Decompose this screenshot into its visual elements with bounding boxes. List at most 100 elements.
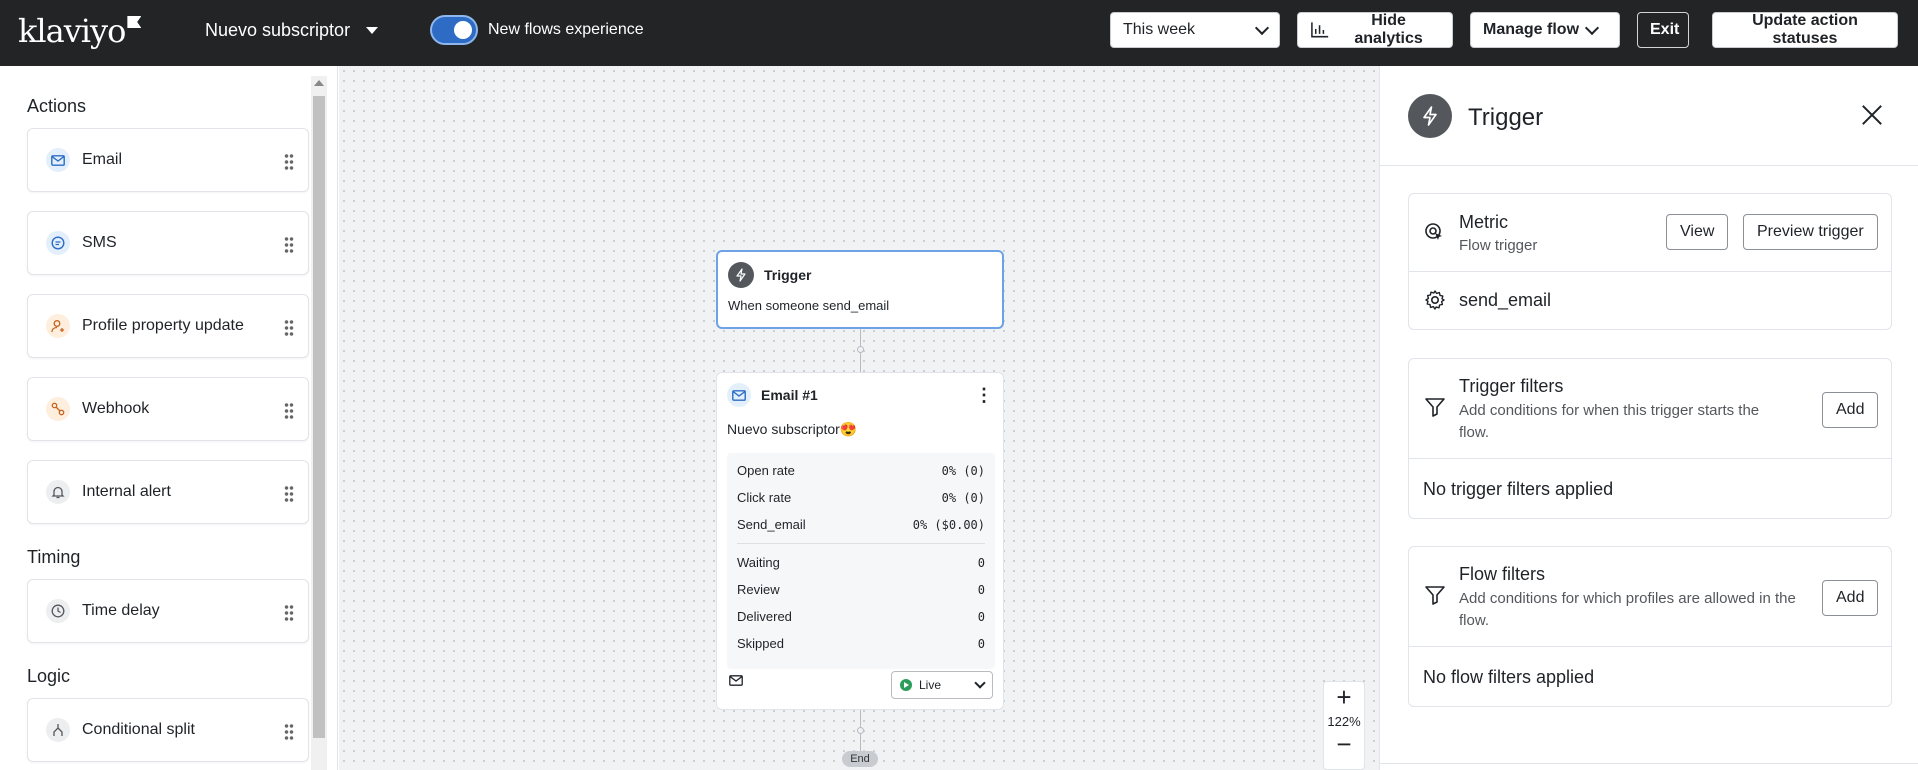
drag-handle-icon[interactable] [284, 604, 294, 622]
cursor-target-icon [1425, 223, 1442, 240]
flow-name-dropdown[interactable]: Nuevo subscriptor [205, 20, 379, 41]
view-button[interactable]: View [1666, 214, 1729, 250]
preview-trigger-button[interactable]: Preview trigger [1743, 214, 1878, 250]
metric-value: send_email [1459, 290, 1552, 310]
manage-flow-label: Manage flow [1483, 21, 1580, 38]
caret-down-icon [366, 27, 379, 34]
lightning-icon [1408, 94, 1452, 138]
action-conditional-split[interactable]: Conditional split [27, 698, 309, 762]
profile-icon [46, 314, 70, 338]
manage-flow-button[interactable]: Manage flow [1470, 12, 1620, 48]
action-internal-alert[interactable]: Internal alert [27, 460, 309, 524]
action-profile-property-update[interactable]: Profile property update [27, 294, 309, 358]
action-label: Conditional split [82, 721, 195, 738]
action-label: Profile property update [82, 317, 244, 334]
more-options-icon[interactable]: ⋮ [975, 386, 993, 404]
stats-divider [737, 543, 985, 544]
end-marker: End [842, 751, 878, 767]
actions-sidebar: Actions Email SMS Profile property updat… [0, 66, 338, 770]
connector-dot[interactable] [857, 346, 864, 353]
stat-row: Send_email 0% ($0.00) [737, 517, 985, 532]
drag-handle-icon[interactable] [284, 723, 294, 741]
flow-filters-subtitle: Add conditions for which profiles are al… [1459, 590, 1796, 629]
flow-canvas[interactable]: Trigger When someone send_email Email #1… [339, 66, 1379, 770]
trigger-filters-subtitle: Add conditions for when this trigger sta… [1459, 402, 1760, 441]
drag-handle-icon[interactable] [284, 402, 294, 420]
drag-handle-icon[interactable] [284, 153, 294, 171]
count-row: Delivered 0 [737, 609, 985, 624]
flow-filters-empty: No flow filters applied [1423, 667, 1595, 687]
panel-header: Trigger [1380, 66, 1918, 166]
stat-row: Click rate 0% (0) [737, 490, 985, 505]
trigger-node-description: When someone send_email [728, 298, 890, 313]
sidebar-scrollbar[interactable] [311, 76, 327, 770]
new-flows-toggle-label: New flows experience [488, 21, 644, 38]
klaviyo-logo[interactable]: klaviyo [18, 12, 142, 50]
trigger-filters-card: Trigger filters Add conditions for when … [1408, 358, 1892, 519]
drag-handle-icon[interactable] [284, 319, 294, 337]
action-email[interactable]: Email [27, 128, 309, 192]
update-action-statuses-button[interactable]: Update action statuses [1712, 12, 1898, 48]
metric-row: Metric Flow trigger View Preview trigger [1409, 194, 1891, 272]
zoom-controls: + 122% − [1323, 681, 1365, 770]
email-stats-panel: Open rate 0% (0) Click rate 0% (0) Send_em… [727, 453, 995, 669]
bar-chart-icon [1311, 22, 1329, 38]
count-row: Waiting 0 [737, 555, 985, 570]
metric-value-row: send_email [1409, 272, 1891, 329]
flow-filters-title: Flow filters [1459, 564, 1546, 584]
new-flows-toggle[interactable] [430, 15, 478, 45]
chevron-down-icon [1584, 20, 1600, 35]
action-sms[interactable]: SMS [27, 211, 309, 275]
trigger-filters-row: Trigger filters Add conditions for when … [1409, 359, 1891, 459]
section-actions: Actions [27, 96, 87, 116]
top-bar: klaviyo Nuevo subscriptor New flows expe… [0, 0, 1918, 66]
date-range-value: This week [1123, 21, 1196, 38]
action-time-delay[interactable]: Time delay [27, 579, 309, 643]
add-flow-filter-button[interactable]: Add [1822, 580, 1879, 616]
hide-analytics-button[interactable]: Hide analytics [1297, 12, 1453, 48]
drag-handle-icon[interactable] [284, 236, 294, 254]
trigger-filters-empty: No trigger filters applied [1423, 479, 1614, 499]
trigger-settings-panel: Trigger Metric Flow trigger View Preview… [1379, 66, 1918, 770]
zoom-in-button[interactable]: + [1324, 682, 1364, 714]
action-label: Internal alert [82, 483, 171, 500]
exit-button[interactable]: Exit [1637, 12, 1689, 48]
action-label: Email [82, 151, 123, 168]
scroll-up-arrow-icon[interactable] [314, 80, 324, 86]
flow-name: Nuevo subscriptor [205, 20, 351, 40]
zoom-out-button[interactable]: − [1324, 729, 1364, 761]
chevron-down-icon [1254, 20, 1270, 35]
scrollbar-thumb[interactable] [313, 96, 325, 738]
email-node-title: Email #1 [761, 387, 818, 403]
email-status-select[interactable]: Live [891, 671, 993, 699]
filter-icon [1425, 586, 1445, 605]
add-trigger-filter-button[interactable]: Add [1822, 392, 1879, 428]
filter-icon [1425, 398, 1445, 417]
action-label: Webhook [82, 400, 150, 417]
zoom-level: 122% [1327, 714, 1361, 729]
email-icon [46, 148, 70, 172]
connector-dot[interactable] [857, 727, 864, 734]
flow-filters-row: Flow filters Add conditions for which pr… [1409, 547, 1891, 647]
chevron-down-icon [974, 676, 986, 689]
trigger-node[interactable]: Trigger When someone send_email [716, 250, 1004, 329]
action-webhook[interactable]: Webhook [27, 377, 309, 441]
email-icon [727, 383, 751, 407]
email-node[interactable]: Email #1 ⋮ Nuevo subscriptor😍 Open rate 0… [716, 372, 1004, 710]
action-label: Time delay [82, 602, 160, 619]
stat-row: Open rate 0% (0) [737, 463, 985, 478]
clock-icon [46, 599, 70, 623]
action-label: SMS [82, 234, 117, 251]
section-timing: Timing [27, 547, 81, 567]
trigger-node-title: Trigger [764, 267, 812, 283]
live-status-icon [900, 679, 912, 691]
date-range-select[interactable]: This week [1110, 12, 1280, 48]
bell-icon [46, 480, 70, 504]
drag-handle-icon[interactable] [284, 485, 294, 503]
webhook-icon [46, 397, 70, 421]
new-flows-toggle-group: New flows experience [430, 15, 644, 45]
split-icon [46, 718, 70, 742]
email-subject: Nuevo subscriptor😍 [727, 421, 858, 437]
close-icon[interactable] [1859, 102, 1885, 128]
count-row: Review 0 [737, 582, 985, 597]
